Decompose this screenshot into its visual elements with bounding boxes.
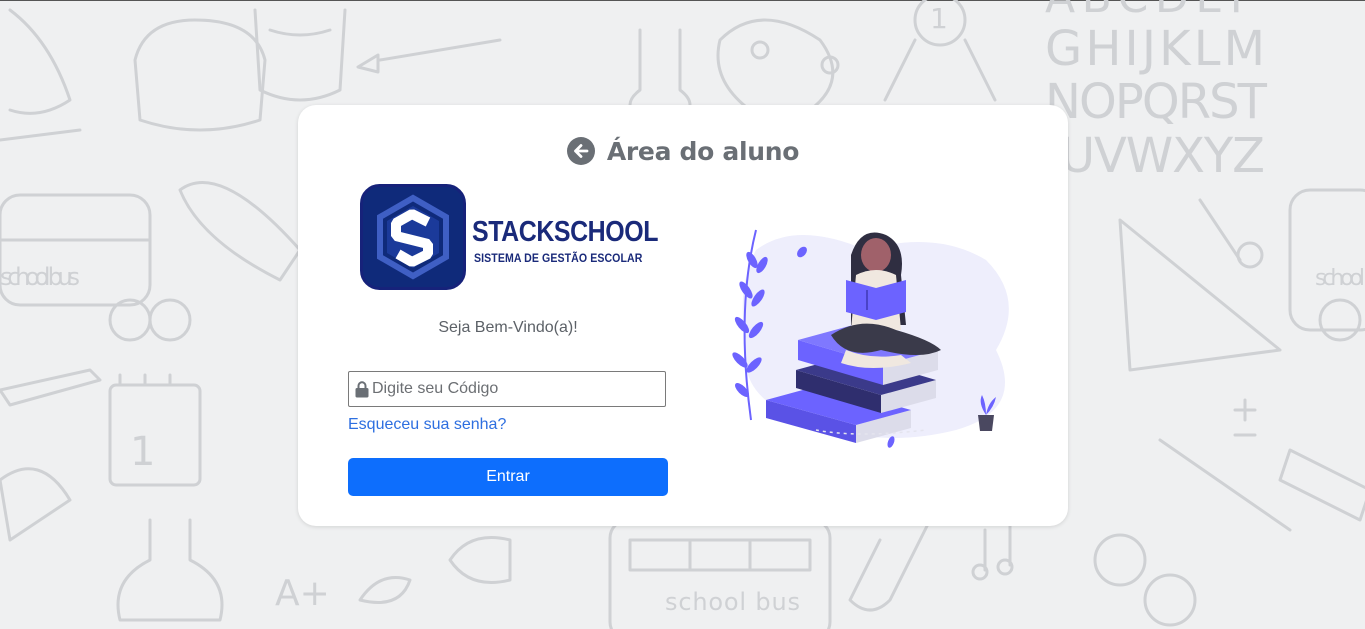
stackschool-logo-icon — [360, 184, 466, 290]
logo-subtitle: SISTEMA DE GESTÃO ESCOLAR — [474, 251, 643, 265]
arrow-left-circle-icon[interactable] — [566, 137, 595, 165]
svg-text:school: school — [1315, 266, 1365, 291]
svg-text:school bus: school bus — [665, 588, 800, 616]
forgot-password-link[interactable]: Esqueceu sua senha? — [348, 416, 506, 434]
svg-text:1: 1 — [930, 2, 948, 35]
svg-text:NOPQRST: NOPQRST — [1045, 74, 1268, 130]
student-login-card: Área do aluno STACKSCHOOL SISTEMA DE GES… — [298, 105, 1068, 526]
svg-text:A+: A+ — [275, 573, 330, 614]
student-code-field[interactable] — [348, 371, 666, 407]
reading-student-illustration — [732, 229, 1009, 448]
svg-text:school bus: school bus — [0, 263, 80, 291]
stackschool-logo: STACKSCHOOL SISTEMA DE GESTÃO ESCOLAR — [360, 184, 660, 292]
enter-button[interactable]: Entrar — [348, 458, 668, 496]
logo-brand-name: STACKSCHOOL — [472, 216, 659, 248]
title-row: Área do aluno — [298, 135, 1068, 167]
svg-text:ABCDEF: ABCDEF — [1045, 0, 1255, 23]
student-code-input[interactable] — [372, 372, 662, 406]
svg-text:UVWXYZ: UVWXYZ — [1060, 128, 1265, 184]
page-title: Área do aluno — [606, 136, 800, 166]
welcome-message: Seja Bem-Vindo(a)! — [438, 319, 578, 336]
svg-text:1: 1 — [130, 429, 155, 475]
lock-icon — [355, 381, 369, 398]
svg-text:GHIJKLM: GHIJKLM — [1045, 21, 1265, 77]
